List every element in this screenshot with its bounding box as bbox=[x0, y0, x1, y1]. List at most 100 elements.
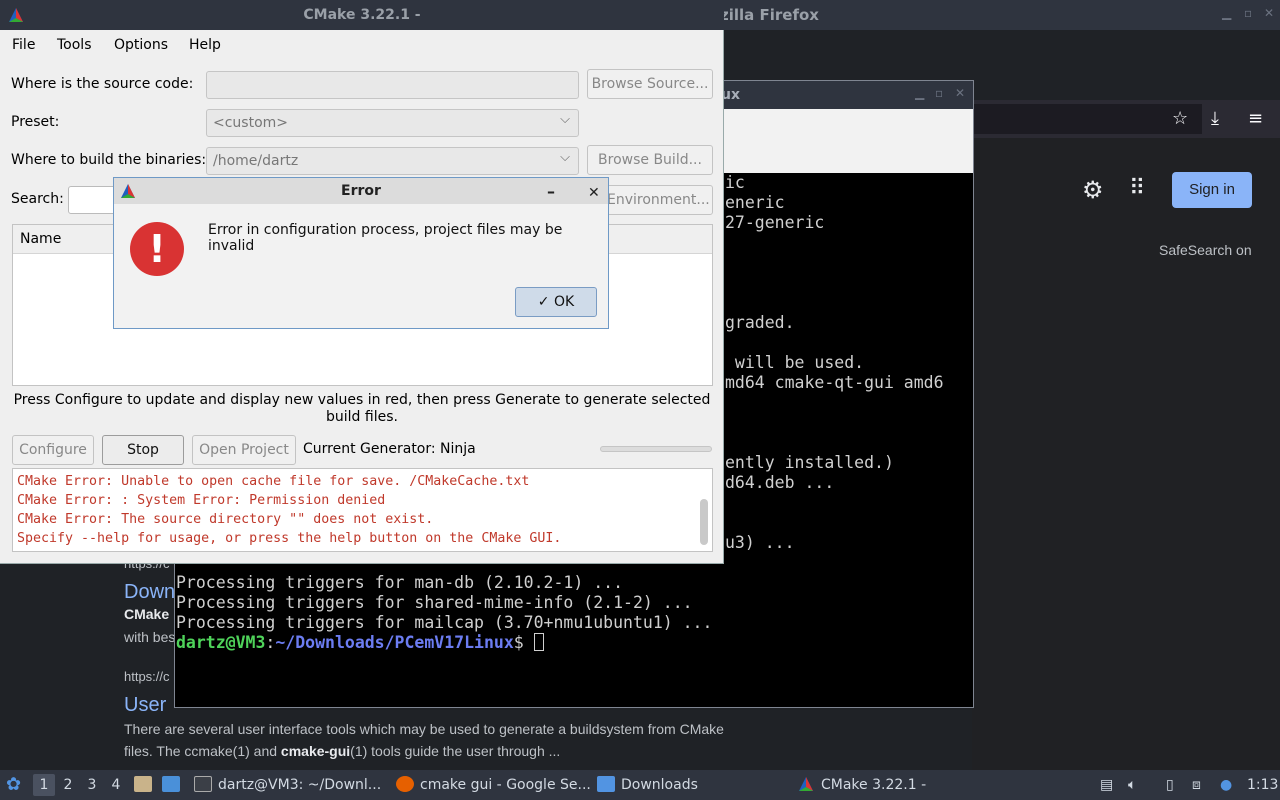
log-line: Specify --help for usage, or press the h… bbox=[17, 531, 562, 546]
search-label: Search: bbox=[11, 191, 64, 207]
result-snippet: There are several user interface tools w… bbox=[124, 721, 724, 737]
terminal-line: eneric bbox=[725, 193, 785, 212]
result-title[interactable]: Downl bbox=[124, 581, 180, 604]
error-dialog: Error – ✕ ! Error in configuration proce… bbox=[113, 177, 609, 329]
output-scrollbar[interactable] bbox=[700, 499, 708, 545]
terminal-line: d64.deb ... bbox=[725, 473, 835, 492]
show-desktop-icon[interactable] bbox=[162, 770, 186, 800]
task-terminal[interactable]: dartz@VM3: ~/Downl... bbox=[194, 770, 381, 800]
apps-grid-icon[interactable]: ⠿ bbox=[1129, 176, 1145, 201]
volume-icon[interactable]: 🔈︎ bbox=[1128, 770, 1136, 800]
terminal-line: Processing triggers for man-db (2.10.2-1… bbox=[176, 573, 624, 592]
menu-tools[interactable]: Tools bbox=[57, 37, 92, 53]
gear-icon[interactable]: ⚙ bbox=[1082, 176, 1104, 204]
terminal-line: will be used. bbox=[725, 353, 865, 372]
browse-source-button[interactable]: Browse Source... bbox=[587, 69, 713, 99]
result-title[interactable]: User bbox=[124, 694, 166, 717]
network-icon[interactable]: ⧈ bbox=[1192, 770, 1201, 800]
terminal-line: md64 cmake-qt-gui amd6 bbox=[725, 373, 944, 392]
cmake-icon bbox=[799, 777, 813, 791]
clipboard-icon[interactable]: ▤ bbox=[1100, 770, 1113, 800]
task-cmake[interactable]: CMake 3.22.1 - bbox=[797, 770, 926, 800]
configure-hint: Press Configure to update and display ne… bbox=[13, 392, 711, 425]
checkmark-icon: ✓ bbox=[537, 294, 550, 310]
preset-label: Preset: bbox=[11, 114, 60, 130]
menu-file[interactable]: File bbox=[12, 37, 35, 53]
ok-label: OK bbox=[553, 294, 575, 310]
result-snippet: with bes bbox=[124, 629, 176, 645]
terminal-line: graded. bbox=[725, 313, 795, 332]
notification-icon[interactable]: ● bbox=[1220, 770, 1232, 800]
cmake-titlebar: CMake 3.22.1 - bbox=[0, 0, 724, 30]
folder-icon bbox=[597, 776, 615, 792]
hamburger-menu-icon[interactable]: ≡ bbox=[1248, 108, 1263, 129]
start-menu-icon[interactable]: ✿ bbox=[6, 770, 21, 800]
terminal-prompt: dartz@VM3:~/Downloads/PCemV17Linux$ bbox=[176, 633, 544, 653]
build-label: Where to build the binaries: bbox=[11, 152, 207, 168]
terminal-line: ently installed.) bbox=[725, 453, 894, 472]
close-icon[interactable]: ✕ bbox=[1264, 6, 1274, 20]
task-firefox[interactable]: cmake gui - Google Se... bbox=[396, 770, 591, 800]
terminal-line: 27-generic bbox=[725, 213, 825, 232]
result-snippet-bold: CMake bbox=[124, 606, 170, 622]
terminal-line: u3) ... bbox=[725, 533, 795, 552]
terminal-cursor bbox=[533, 633, 544, 651]
search-input[interactable] bbox=[68, 186, 118, 214]
output-log[interactable]: CMake Error: Unable to open cache file f… bbox=[12, 468, 713, 552]
error-dialog-titlebar: Error – ✕ bbox=[114, 178, 608, 204]
cmake-title: CMake 3.22.1 - bbox=[303, 7, 421, 23]
download-icon[interactable]: ⤓ bbox=[1211, 108, 1219, 129]
cmake-logo-icon bbox=[121, 184, 135, 198]
menu-help[interactable]: Help bbox=[189, 37, 221, 53]
file-manager-launcher-icon[interactable] bbox=[134, 770, 158, 800]
ok-button[interactable]: ✓ OK bbox=[515, 287, 597, 317]
taskbar: ✿ 1 2 3 4 dartz@VM3: ~/Downl... cmake gu… bbox=[0, 770, 1280, 800]
close-icon[interactable]: ✕ bbox=[955, 86, 965, 100]
workspace-1[interactable]: 1 bbox=[33, 774, 55, 796]
error-message: Error in configuration process, project … bbox=[208, 222, 563, 254]
menu-options[interactable]: Options bbox=[114, 37, 168, 53]
sign-in-button[interactable]: Sign in bbox=[1172, 172, 1252, 208]
maximize-icon[interactable]: ▫ bbox=[935, 86, 943, 100]
minimize-icon[interactable]: ▁ bbox=[915, 86, 924, 100]
workspace-4[interactable]: 4 bbox=[105, 774, 127, 796]
clock[interactable]: 1:13 bbox=[1247, 770, 1278, 800]
environment-button[interactable]: Environment... bbox=[600, 185, 713, 215]
notes-icon[interactable]: ▯ bbox=[1166, 770, 1174, 800]
build-path-select[interactable]: /home/dartz bbox=[206, 147, 579, 175]
terminal-icon bbox=[194, 776, 212, 792]
result-url: https://c bbox=[124, 669, 170, 684]
stop-button[interactable]: Stop bbox=[102, 435, 184, 465]
terminal-line: ic bbox=[725, 173, 745, 192]
log-line: CMake Error: Unable to open cache file f… bbox=[17, 474, 530, 489]
result-snippet-line2: files. The ccmake(1) and cmake-gui(1) to… bbox=[124, 743, 561, 759]
log-line: CMake Error: The source directory "" doe… bbox=[17, 512, 434, 527]
open-project-button[interactable]: Open Project bbox=[192, 435, 296, 465]
maximize-icon[interactable]: ▫ bbox=[1244, 6, 1252, 20]
progress-bar bbox=[600, 446, 712, 452]
minimize-icon[interactable]: ▁ bbox=[1222, 6, 1231, 20]
search-page bbox=[972, 138, 1280, 770]
log-line: CMake Error: : System Error: Permission … bbox=[17, 493, 386, 508]
close-icon[interactable]: ✕ bbox=[588, 180, 600, 206]
preset-select[interactable]: <custom> bbox=[206, 109, 579, 137]
browse-build-button[interactable]: Browse Build... bbox=[587, 145, 713, 175]
terminal-line: Processing triggers for shared-mime-info… bbox=[176, 593, 693, 612]
error-icon: ! bbox=[130, 222, 184, 276]
firefox-icon bbox=[396, 776, 414, 792]
workspace-2[interactable]: 2 bbox=[57, 774, 79, 796]
cmake-menubar: File Tools Options Help bbox=[0, 30, 724, 60]
safesearch-status[interactable]: SafeSearch on bbox=[1159, 242, 1252, 258]
current-generator: Current Generator: Ninja bbox=[303, 441, 476, 457]
minimize-icon[interactable]: – bbox=[547, 179, 555, 205]
error-dialog-title: Error bbox=[341, 183, 381, 199]
firefox-title: zilla Firefox bbox=[720, 6, 819, 24]
bookmark-star-icon[interactable]: ☆ bbox=[1172, 108, 1188, 129]
configure-button[interactable]: Configure bbox=[12, 435, 94, 465]
url-bar[interactable] bbox=[972, 104, 1202, 134]
workspace-3[interactable]: 3 bbox=[81, 774, 103, 796]
cmake-logo-icon bbox=[9, 8, 23, 22]
source-path-field[interactable] bbox=[206, 71, 579, 99]
column-name-header[interactable]: Name bbox=[20, 231, 61, 247]
task-downloads[interactable]: Downloads bbox=[597, 770, 698, 800]
